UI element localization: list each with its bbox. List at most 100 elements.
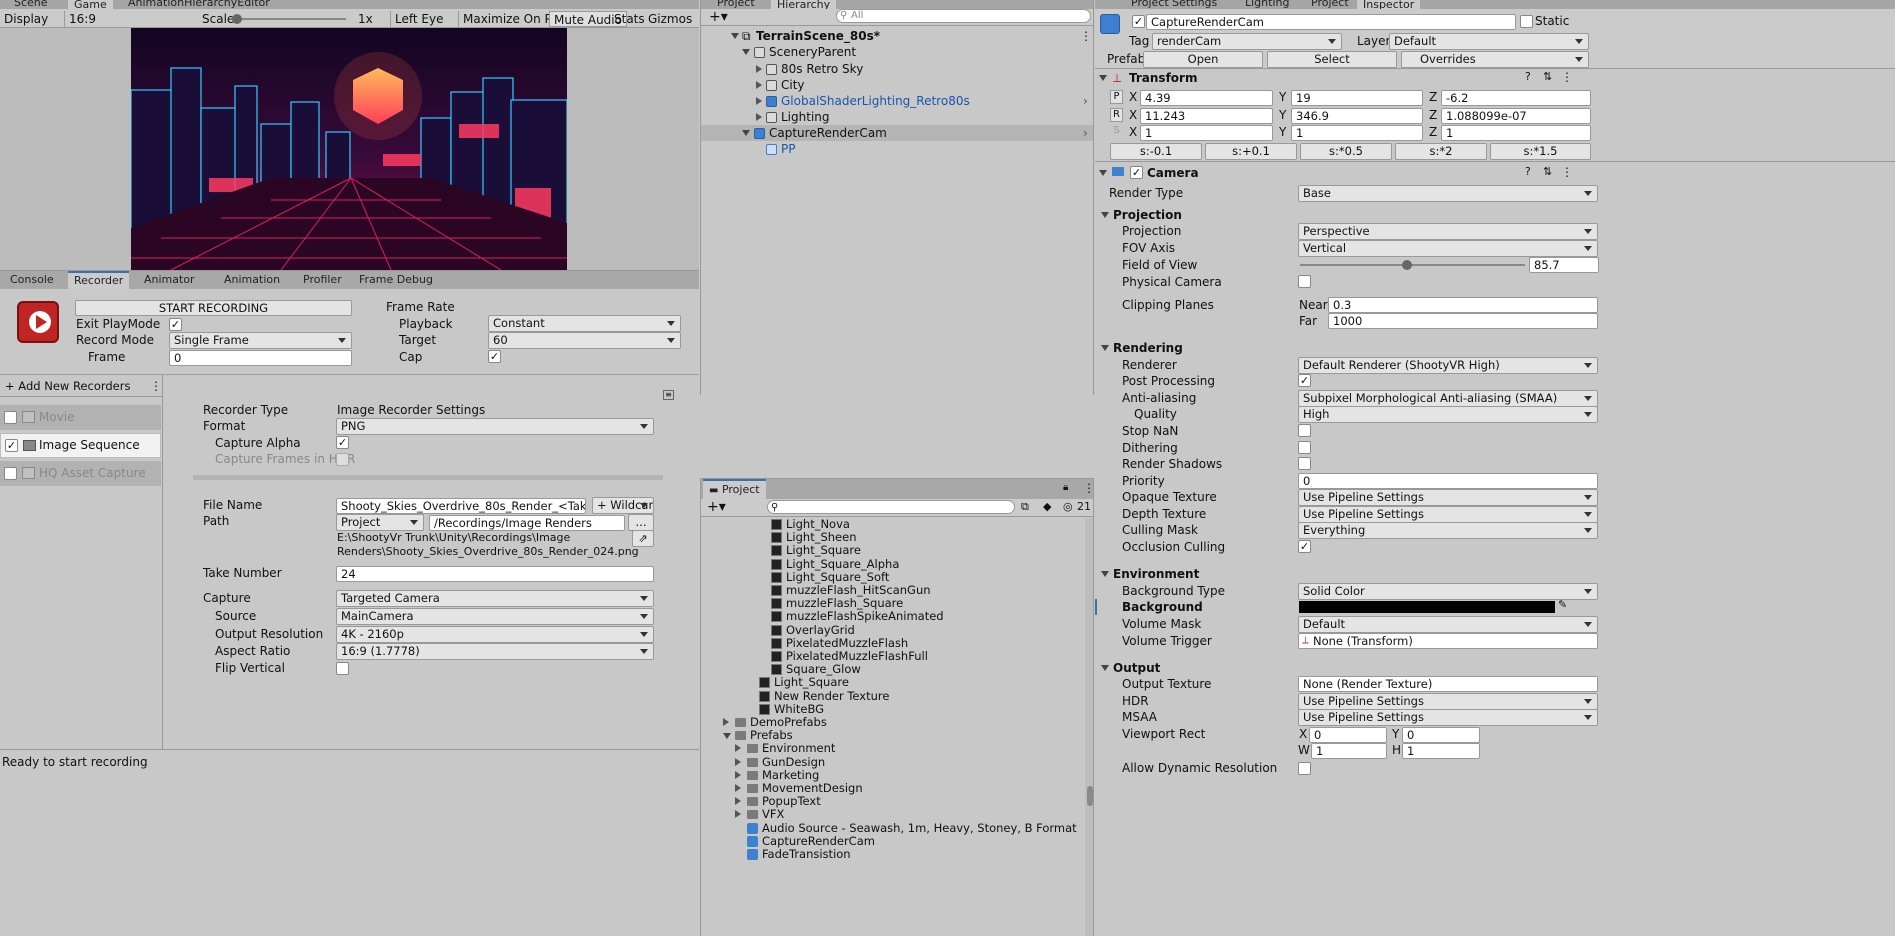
fov-axis-dropdown[interactable]: Vertical [1298, 240, 1598, 257]
rotation-y[interactable]: 346.9 [1291, 108, 1423, 124]
folder-expand-icon[interactable] [735, 784, 741, 792]
capture-dropdown[interactable]: Targeted Camera [336, 590, 654, 607]
tab-frame-debug[interactable]: Frame Debug [353, 273, 439, 289]
project-item[interactable]: muzzleFlash_Square [701, 597, 1085, 610]
aspect-dropdown[interactable]: 16:9 [64, 11, 192, 27]
recorder-item-checkbox[interactable] [4, 467, 17, 480]
folder-expand-icon[interactable] [735, 744, 741, 753]
project-item[interactable]: OverlayGrid [701, 623, 1085, 637]
project-item[interactable]: Light_Square_Alpha [701, 557, 1085, 571]
priority-field[interactable]: 0 [1298, 473, 1598, 489]
scale-y[interactable]: 1 [1291, 125, 1423, 141]
project-menu-icon[interactable]: ⋮ [1083, 481, 1093, 495]
opaque-texture-dropdown[interactable]: Use Pipeline Settings [1298, 489, 1598, 506]
flip-vertical-checkbox[interactable] [336, 662, 349, 675]
tab-game[interactable]: Game [68, 0, 113, 9]
project-search[interactable]: ⚲ [767, 500, 1015, 514]
hierarchy-item-city[interactable]: City [701, 77, 1093, 93]
hierarchy-item-pp[interactable]: PP [701, 141, 1093, 157]
gizmos-dropdown[interactable]: Gizmos [644, 11, 696, 27]
object-active-checkbox[interactable]: ✓ [1132, 15, 1145, 28]
foldout-icon[interactable] [1099, 170, 1107, 176]
scale-plus-0-1-button[interactable]: s:+0.1 [1205, 143, 1297, 160]
scale-times-1-5-button[interactable]: s:*1.5 [1490, 143, 1591, 160]
hidden-packages-icon[interactable]: ◎ [1063, 500, 1073, 513]
position-reset-button[interactable]: P [1110, 90, 1123, 104]
prefab-open-button[interactable]: Open [1143, 51, 1263, 68]
hierarchy-item-lighting[interactable]: Lighting [701, 109, 1093, 125]
tab-project-settings[interactable]: Project Settings [1125, 0, 1223, 9]
filter-by-label-icon[interactable]: ◆ [1043, 500, 1051, 513]
fov-slider[interactable] [1300, 264, 1525, 266]
recorder-item-image-sequence[interactable]: ✓ Image Sequence [0, 433, 161, 458]
help-icon[interactable]: ? [1525, 165, 1531, 178]
recorder-item-checkbox[interactable]: ✓ [5, 439, 18, 452]
scale-x[interactable]: 1 [1140, 125, 1273, 141]
component-menu-icon[interactable]: ⋮ [1561, 70, 1573, 84]
scale-z[interactable]: 1 [1441, 125, 1591, 141]
recorder-item-hq-asset-capture[interactable]: HQ Asset Capture [0, 461, 161, 486]
output-texture-field[interactable]: None (Render Texture) [1298, 676, 1598, 692]
msaa-dropdown[interactable]: Use Pipeline Settings [1298, 709, 1598, 726]
cap-checkbox[interactable]: ✓ [488, 350, 501, 363]
prefab-overrides-dropdown[interactable]: Overrides [1401, 51, 1589, 68]
render-type-dropdown[interactable]: Base [1298, 185, 1598, 202]
anti-aliasing-dropdown[interactable]: Subpixel Morphological Anti-aliasing (SM… [1298, 390, 1598, 407]
projection-dropdown[interactable]: Perspective [1298, 223, 1598, 240]
create-dropdown[interactable]: +▾ [705, 9, 732, 25]
project-item[interactable]: Light_Nova [701, 518, 1085, 531]
occlusion-culling-checkbox[interactable]: ✓ [1298, 540, 1311, 553]
tab-profiler[interactable]: Profiler [297, 273, 348, 289]
collapse-icon[interactable] [756, 97, 762, 105]
frame-field[interactable]: 0 [169, 350, 352, 366]
tab-animation-hierarchy-editor[interactable]: AnimationHierarchyEditor [122, 0, 276, 9]
lock-icon[interactable]: 🔒︎ [1063, 482, 1068, 493]
foldout-icon[interactable] [1101, 665, 1109, 671]
foldout-icon[interactable] [1099, 75, 1107, 81]
project-item[interactable]: CaptureRenderCam [701, 834, 1085, 848]
static-checkbox[interactable] [1520, 15, 1533, 28]
collapse-icon[interactable] [756, 81, 762, 89]
rotation-reset-button[interactable]: R [1110, 108, 1123, 122]
project-item[interactable]: VFX [701, 808, 1085, 821]
tab-project[interactable]: Project [711, 0, 761, 9]
recorder-item-movie[interactable]: Movie [0, 405, 161, 430]
open-folder-button[interactable]: ⇗ [632, 530, 654, 547]
create-dropdown[interactable]: +▾ [707, 499, 726, 515]
expand-icon[interactable] [731, 33, 739, 39]
camera-enabled-checkbox[interactable]: ✓ [1130, 166, 1143, 179]
folder-expand-icon[interactable] [735, 770, 741, 779]
display-dropdown[interactable]: Display 1 [0, 11, 62, 42]
rotation-z[interactable]: 1.088099e-07 [1441, 108, 1591, 124]
viewport-y-field[interactable]: 0 [1402, 727, 1480, 743]
tab-scene[interactable]: Scene [8, 0, 54, 9]
source-dropdown[interactable]: MainCamera [336, 608, 654, 625]
project-item[interactable]: Prefabs [701, 729, 1085, 742]
path-field[interactable]: /Recordings/Image Renders [429, 515, 625, 531]
scale-slider[interactable] [236, 18, 346, 20]
dynamic-resolution-checkbox[interactable] [1298, 762, 1311, 775]
tab-project-3[interactable]: Project [1305, 0, 1355, 9]
layer-dropdown[interactable]: Default [1389, 33, 1589, 50]
project-item[interactable]: Light_Square_Soft [701, 570, 1085, 584]
eye-dropdown[interactable]: Left Eye [390, 11, 456, 27]
collapse-icon[interactable] [756, 65, 762, 73]
project-item[interactable]: PixelatedMuzzleFlash [701, 636, 1085, 650]
playback-dropdown[interactable]: Constant [488, 315, 681, 332]
filter-by-type-icon[interactable]: ⧉ [1021, 500, 1029, 514]
kebab-menu-icon[interactable]: ⋮ [150, 378, 162, 394]
project-item[interactable]: muzzleFlash_HitScanGun [701, 584, 1085, 597]
object-name-field[interactable]: CaptureRenderCam [1146, 14, 1516, 30]
project-item[interactable]: Light_Square [701, 676, 1085, 689]
scale-slider-knob[interactable] [232, 14, 242, 24]
fov-slider-knob[interactable] [1402, 260, 1412, 270]
project-item[interactable]: muzzleFlashSpikeAnimated [701, 610, 1085, 623]
project-item[interactable]: MovementDesign [701, 782, 1085, 795]
background-color-swatch[interactable] [1299, 601, 1555, 613]
tab-animation[interactable]: Animation [218, 273, 286, 289]
add-new-recorders-button[interactable]: + Add New Recorders ⋮ [0, 375, 163, 397]
format-dropdown[interactable]: PNG [336, 418, 654, 435]
volume-trigger-field[interactable]: ⟂ None (Transform) [1298, 633, 1598, 649]
scale-times-2-button[interactable]: s:*2 [1395, 143, 1487, 160]
project-item[interactable]: Marketing [701, 768, 1085, 782]
